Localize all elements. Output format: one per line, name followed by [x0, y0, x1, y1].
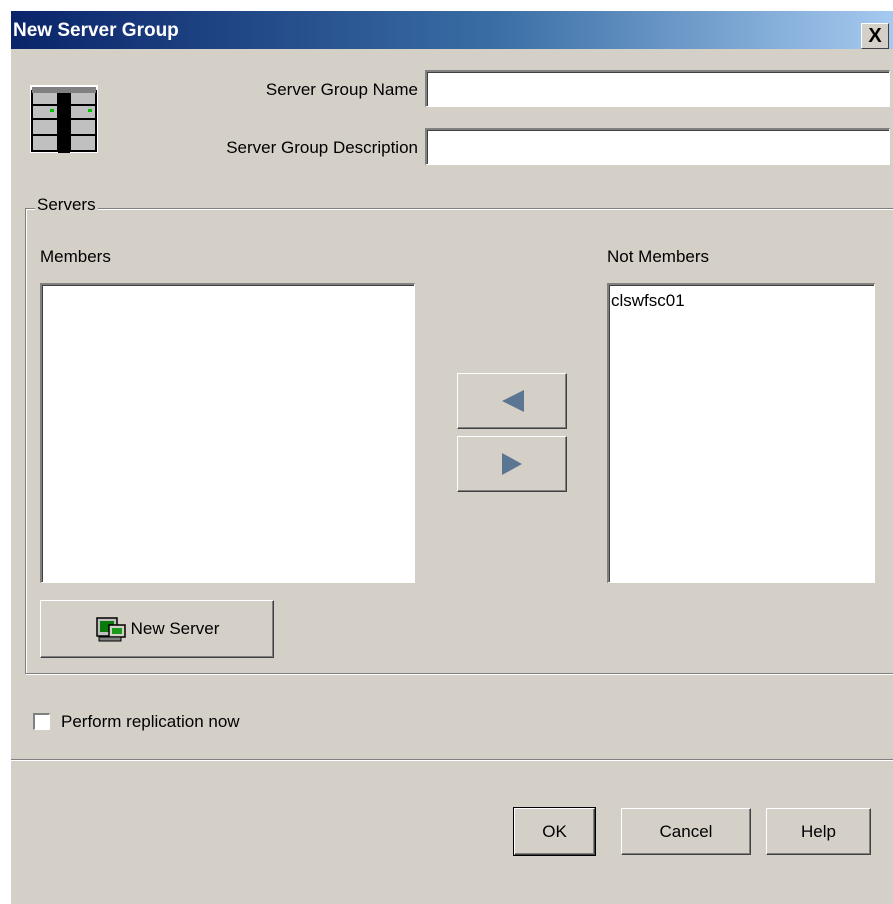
- server-group-icon: [30, 85, 98, 153]
- server-icon: [95, 617, 126, 642]
- separator: [11, 759, 893, 761]
- server-group-name-input[interactable]: [425, 70, 890, 107]
- new-server-button[interactable]: New Server: [40, 600, 274, 658]
- list-item[interactable]: clswfsc01: [611, 291, 685, 311]
- title-bar[interactable]: New Server Group X: [11, 11, 893, 49]
- arrow-left-icon: [502, 390, 524, 412]
- servers-group-label: Servers: [35, 195, 98, 215]
- new-server-label: New Server: [130, 619, 220, 638]
- new-server-group-dialog: New Server Group X Server Group Name Ser…: [10, 10, 893, 904]
- help-button[interactable]: Help: [766, 808, 871, 855]
- members-label: Members: [40, 247, 111, 266]
- server-group-description-input[interactable]: [425, 128, 890, 165]
- replication-label[interactable]: Perform replication now: [61, 712, 240, 732]
- not-members-label: Not Members: [607, 247, 710, 266]
- not-members-list[interactable]: clswfsc01: [607, 283, 875, 583]
- window-title: New Server Group: [13, 20, 179, 41]
- add-member-button[interactable]: [457, 373, 567, 429]
- cancel-button[interactable]: Cancel: [621, 808, 751, 855]
- remove-member-button[interactable]: [457, 436, 567, 492]
- arrow-right-icon: [502, 453, 522, 475]
- members-list[interactable]: [40, 283, 415, 583]
- ok-button[interactable]: OK: [513, 807, 596, 856]
- replication-checkbox[interactable]: [33, 713, 50, 730]
- close-button[interactable]: X: [861, 23, 889, 49]
- server-group-description-label: Server Group Description: [226, 138, 418, 157]
- server-group-name-label: Server Group Name: [265, 80, 418, 99]
